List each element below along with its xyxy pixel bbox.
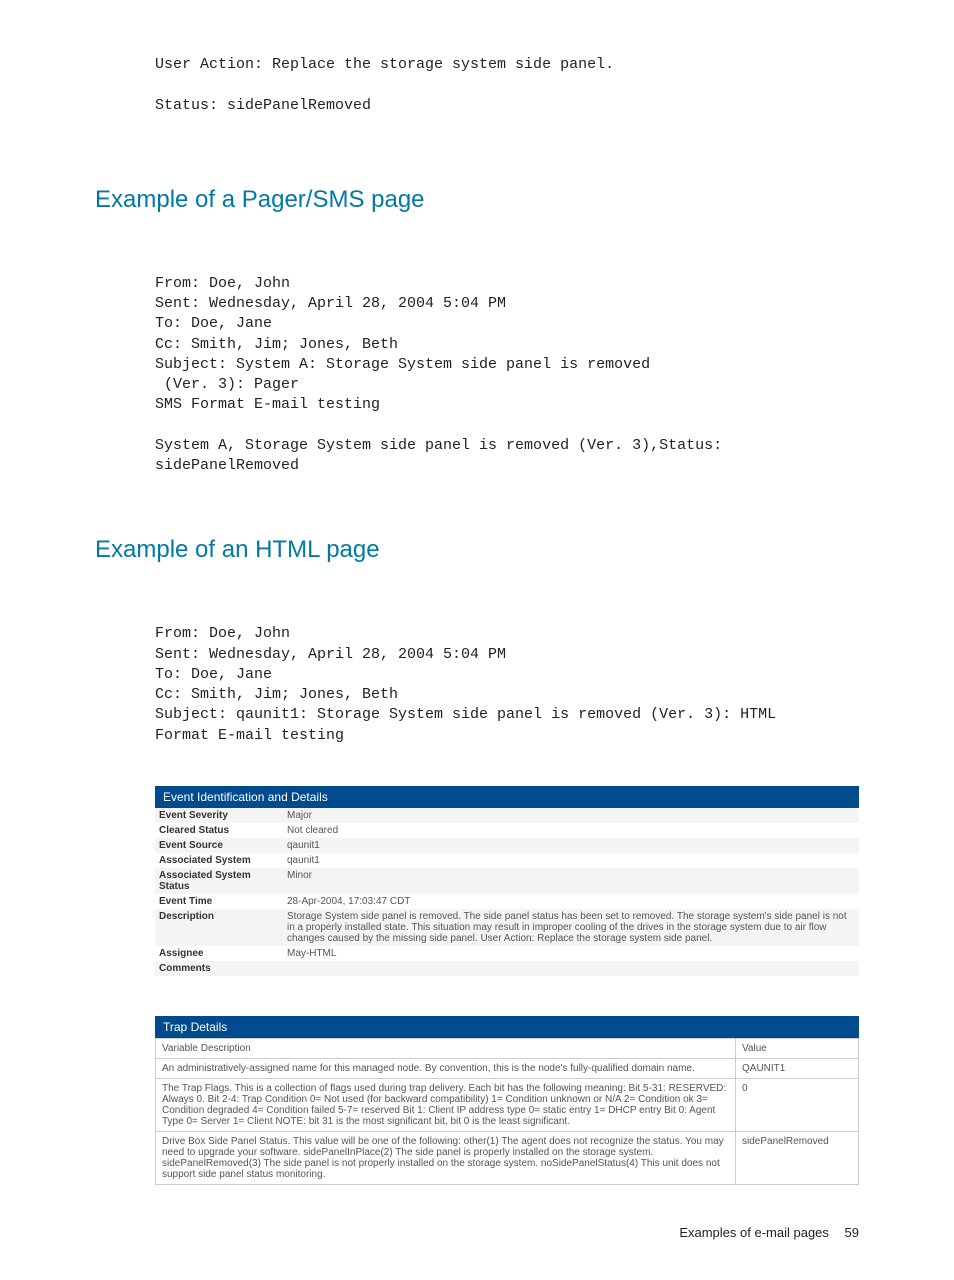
trap-variable-value: QAUNIT1 (736, 1058, 859, 1078)
event-field-key: Event Source (155, 838, 283, 853)
event-field-key: Description (155, 909, 283, 946)
event-field-key: Comments (155, 961, 283, 976)
section-heading-pager: Example of a Pager/SMS page (95, 186, 859, 214)
event-field-value: qaunit1 (283, 853, 859, 868)
trap-col-value: Value (736, 1038, 859, 1058)
page-number: 59 (845, 1225, 859, 1240)
trap-variable-description: Drive Box Side Panel Status. This value … (156, 1131, 736, 1184)
event-field-key: Event Time (155, 894, 283, 909)
trap-col-description: Variable Description (156, 1038, 736, 1058)
event-details-header: Event Identification and Details (155, 786, 859, 808)
pager-email-block: From: Doe, John Sent: Wednesday, April 2… (155, 274, 859, 477)
event-field-value: Not cleared (283, 823, 859, 838)
trap-variable-value: 0 (736, 1078, 859, 1131)
footer-label: Examples of e-mail pages (679, 1225, 829, 1240)
event-field-key: Assignee (155, 946, 283, 961)
trap-details-header: Trap Details (155, 1016, 859, 1038)
event-field-value: Storage System side panel is removed. Th… (283, 909, 859, 946)
event-field-value: qaunit1 (283, 838, 859, 853)
event-details-table: Event SeverityMajorCleared StatusNot cle… (155, 808, 859, 976)
section-heading-html: Example of an HTML page (95, 536, 859, 564)
intro-text-block: User Action: Replace the storage system … (155, 55, 859, 116)
event-field-value: Major (283, 808, 859, 823)
event-field-value: Minor (283, 868, 859, 894)
trap-variable-description: The Trap Flags. This is a collection of … (156, 1078, 736, 1131)
event-field-key: Event Severity (155, 808, 283, 823)
trap-variable-description: An administratively-assigned name for th… (156, 1058, 736, 1078)
trap-variable-value: sidePanelRemoved (736, 1131, 859, 1184)
event-field-value (283, 961, 859, 976)
html-email-block: From: Doe, John Sent: Wednesday, April 2… (155, 624, 859, 746)
event-field-value: 28-Apr-2004, 17:03:47 CDT (283, 894, 859, 909)
event-field-value: May-HTML (283, 946, 859, 961)
event-field-key: Cleared Status (155, 823, 283, 838)
trap-details-table: Variable Description Value An administra… (155, 1038, 859, 1185)
event-field-key: Associated System Status (155, 868, 283, 894)
event-field-key: Associated System (155, 853, 283, 868)
